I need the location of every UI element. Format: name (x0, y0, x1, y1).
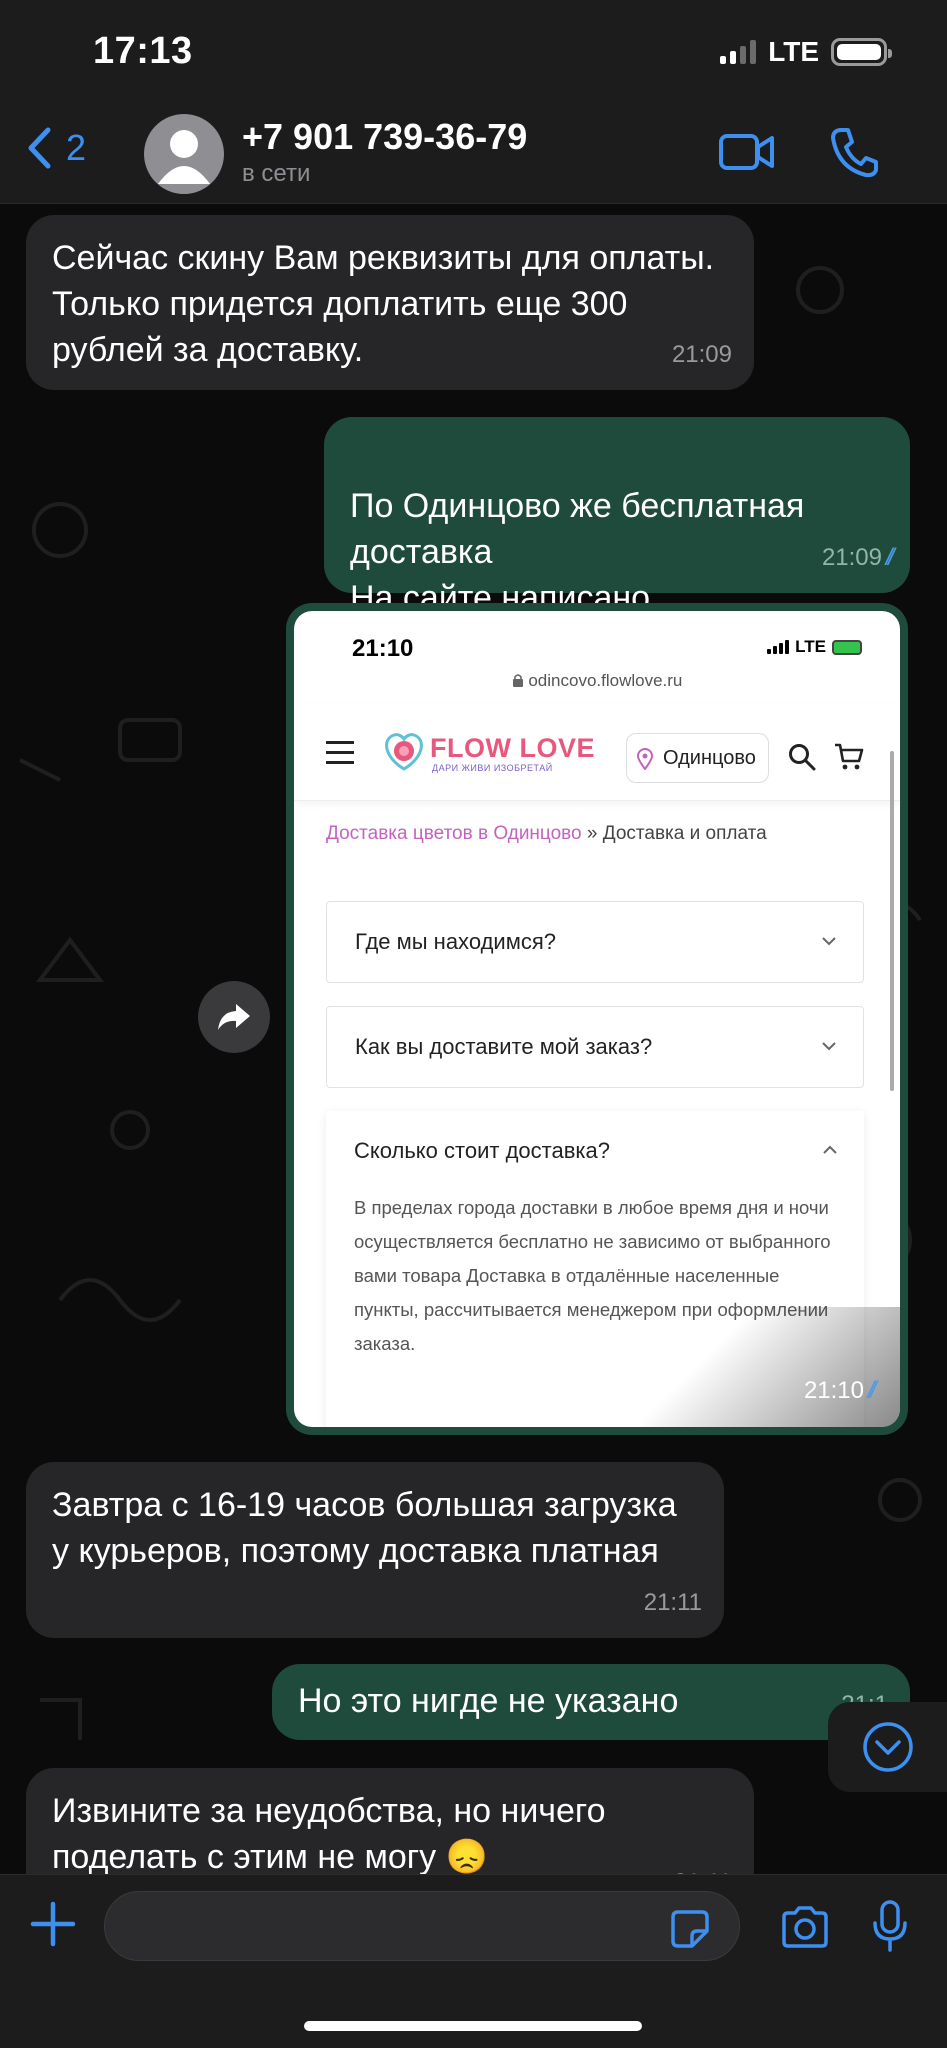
camera-icon[interactable] (780, 1905, 830, 1949)
chevron-down-circle-icon (862, 1722, 913, 1772)
message-time: 21:11 (643, 1589, 702, 1616)
faq-title: Сколько стоит доставка? (354, 1138, 610, 1163)
person-icon (158, 130, 210, 184)
message-text: По Одинцово же бесплатная доставка На са… (350, 487, 805, 617)
scrollbar[interactable] (890, 751, 894, 1091)
battery-icon (831, 38, 892, 66)
signal-icon (720, 40, 757, 64)
faq-title: Как вы доставите мой заказ? (355, 1034, 653, 1059)
message-text: Но это нигде не указано (298, 1682, 679, 1720)
message-outgoing[interactable]: По Одинцово же бесплатная доставка На са… (324, 417, 910, 617)
network-label: LTE (768, 36, 819, 67)
message-time: 21:09// (821, 544, 897, 571)
website-screenshot[interactable]: 21:10 LTE odincovo.flowlove.ru FLOW LOVE… (294, 611, 900, 1427)
microphone-icon[interactable] (872, 1899, 908, 1953)
chat-header: 2 +7 901 739-36-79 в сети (0, 110, 947, 204)
message-incoming[interactable]: Сейчас скину Вам реквизиты для оплаты. Т… (26, 215, 754, 390)
flowlove-logo[interactable]: FLOW LOVE ДАРИ ЖИВИ ИЗОБРЕТАЙ (380, 729, 594, 778)
forward-arrow-icon (218, 1004, 250, 1030)
sticker-icon[interactable] (670, 1909, 710, 1949)
city-selector[interactable]: Одинцово (626, 733, 769, 783)
scroll-to-bottom-button[interactable] (828, 1702, 947, 1792)
faq-title: Где мы находимся? (355, 929, 556, 954)
back-button[interactable]: 2 (26, 126, 86, 170)
breadcrumb-current: Доставка и оплата (602, 823, 767, 844)
message-text: Сейчас скину Вам реквизиты для оплаты. Т… (52, 239, 715, 369)
menu-icon[interactable] (326, 741, 354, 771)
message-image[interactable]: 21:10 LTE odincovo.flowlove.ru FLOW LOVE… (286, 603, 908, 1435)
breadcrumb-link[interactable]: Доставка цветов в Одинцово (326, 823, 582, 844)
contact-name[interactable]: +7 901 739-36-79 (242, 116, 527, 158)
chevron-up-icon (823, 1145, 837, 1154)
battery-icon (832, 639, 862, 655)
plus-icon[interactable] (30, 1901, 76, 1947)
status-indicators: LTE (720, 36, 892, 68)
signal-icon (767, 640, 790, 654)
faq-item[interactable]: Как вы доставите мой заказ? (326, 1006, 864, 1088)
status-time: 17:13 (93, 30, 193, 72)
url-bar: odincovo.flowlove.ru (294, 671, 900, 691)
site-header: FLOW LOVE ДАРИ ЖИВИ ИЗОБРЕТАЙ Одинцово (294, 703, 900, 801)
message-incoming[interactable]: Завтра с 16-19 часов большая загрузка у … (26, 1462, 724, 1638)
chevron-left-icon (28, 127, 51, 169)
message-time: 21:09 (671, 341, 732, 368)
screenshot-status-indicators: LTE (767, 637, 862, 657)
message-text: Завтра с 16-19 часов большая загрузка у … (52, 1486, 677, 1570)
unread-count: 2 (66, 127, 87, 168)
message-time: 21:10// (803, 1377, 879, 1404)
screenshot-time: 21:10 (352, 635, 414, 662)
home-indicator (304, 2021, 642, 2031)
rose-logo-icon (385, 733, 423, 771)
avatar[interactable] (144, 114, 224, 194)
faq-item[interactable]: Где мы находимся? (326, 901, 864, 983)
location-pin-icon (637, 748, 653, 770)
breadcrumb: Доставка цветов в Одинцово » Доставка и … (326, 823, 767, 844)
contact-status: в сети (242, 160, 311, 187)
search-icon[interactable] (788, 743, 816, 771)
message-outgoing[interactable]: Но это нигде не указано 21:1 (272, 1664, 910, 1740)
cart-icon[interactable] (834, 743, 864, 771)
chevron-down-icon (822, 937, 836, 946)
image-overlay-gradient (640, 1307, 900, 1427)
message-text: Извините за неудобства, но ничего подела… (52, 1792, 606, 1876)
video-call-icon[interactable] (718, 132, 776, 172)
message-input[interactable] (104, 1891, 740, 1961)
forward-button[interactable] (198, 981, 270, 1053)
status-bar: 17:13 LTE (0, 0, 947, 110)
lock-icon (512, 674, 523, 687)
phone-icon[interactable] (830, 126, 878, 178)
message-input-bar (0, 1874, 947, 2048)
network-label: LTE (795, 637, 826, 656)
chevron-down-icon (822, 1042, 836, 1051)
